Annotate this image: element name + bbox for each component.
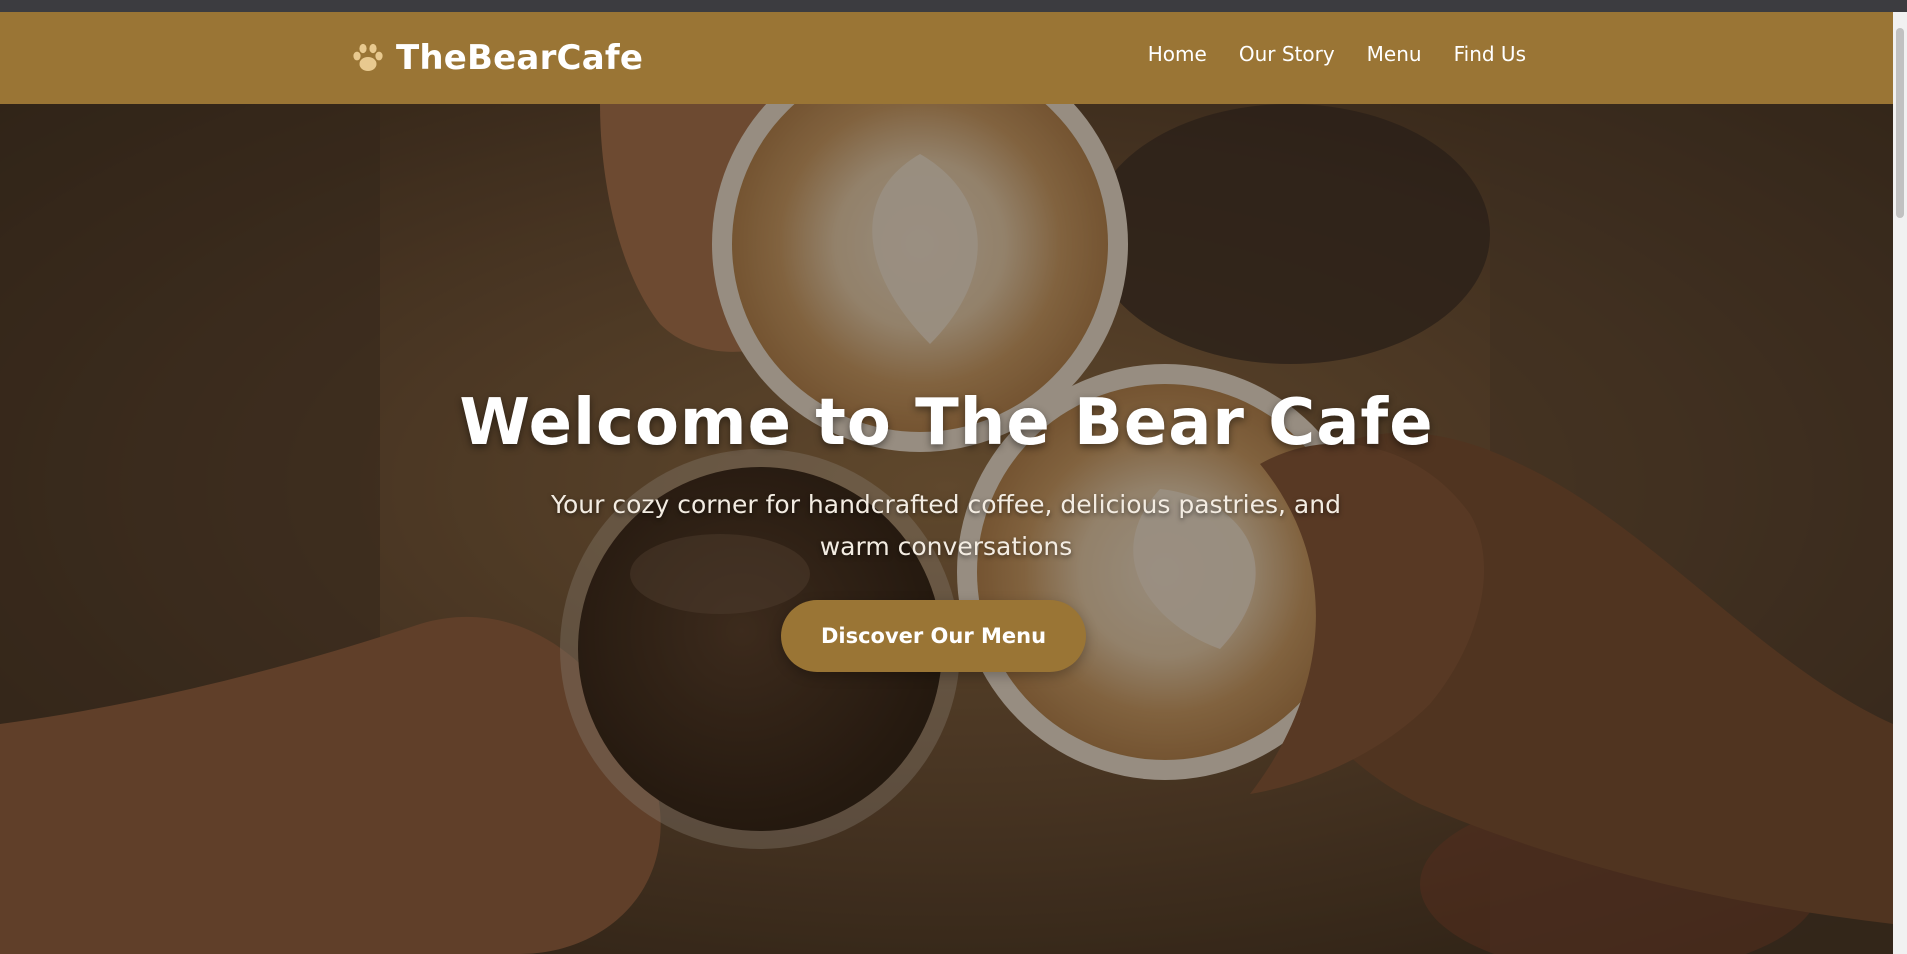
nav-menu[interactable]: Menu (1367, 42, 1422, 66)
nav-home[interactable]: Home (1148, 42, 1207, 66)
nav-find-us[interactable]: Find Us (1454, 42, 1526, 66)
navbar: TheBearCafe Home Our Story Menu Find Us (0, 12, 1893, 104)
scrollbar-thumb[interactable] (1896, 28, 1904, 218)
discover-menu-button[interactable]: Discover Our Menu (781, 600, 1086, 672)
browser-top-bar (0, 0, 1907, 12)
paw-icon (352, 43, 384, 73)
hero-subtitle: Your cozy corner for handcrafted coffee,… (551, 490, 1341, 561)
page-scrollbar[interactable] (1893, 12, 1907, 954)
nav-our-story[interactable]: Our Story (1239, 42, 1335, 66)
main-nav: Home Our Story Menu Find Us (1148, 42, 1526, 66)
page: TheBearCafe Home Our Story Menu Find Us (0, 12, 1893, 954)
brand-name: TheBearCafe (396, 38, 644, 78)
hero-section: Welcome to The Bear Cafe Your cozy corne… (0, 104, 1893, 954)
hero-content: Welcome to The Bear Cafe Your cozy corne… (0, 104, 1893, 954)
hero-title: Welcome to The Bear Cafe (459, 386, 1434, 460)
brand-logo[interactable]: TheBearCafe (352, 36, 643, 80)
